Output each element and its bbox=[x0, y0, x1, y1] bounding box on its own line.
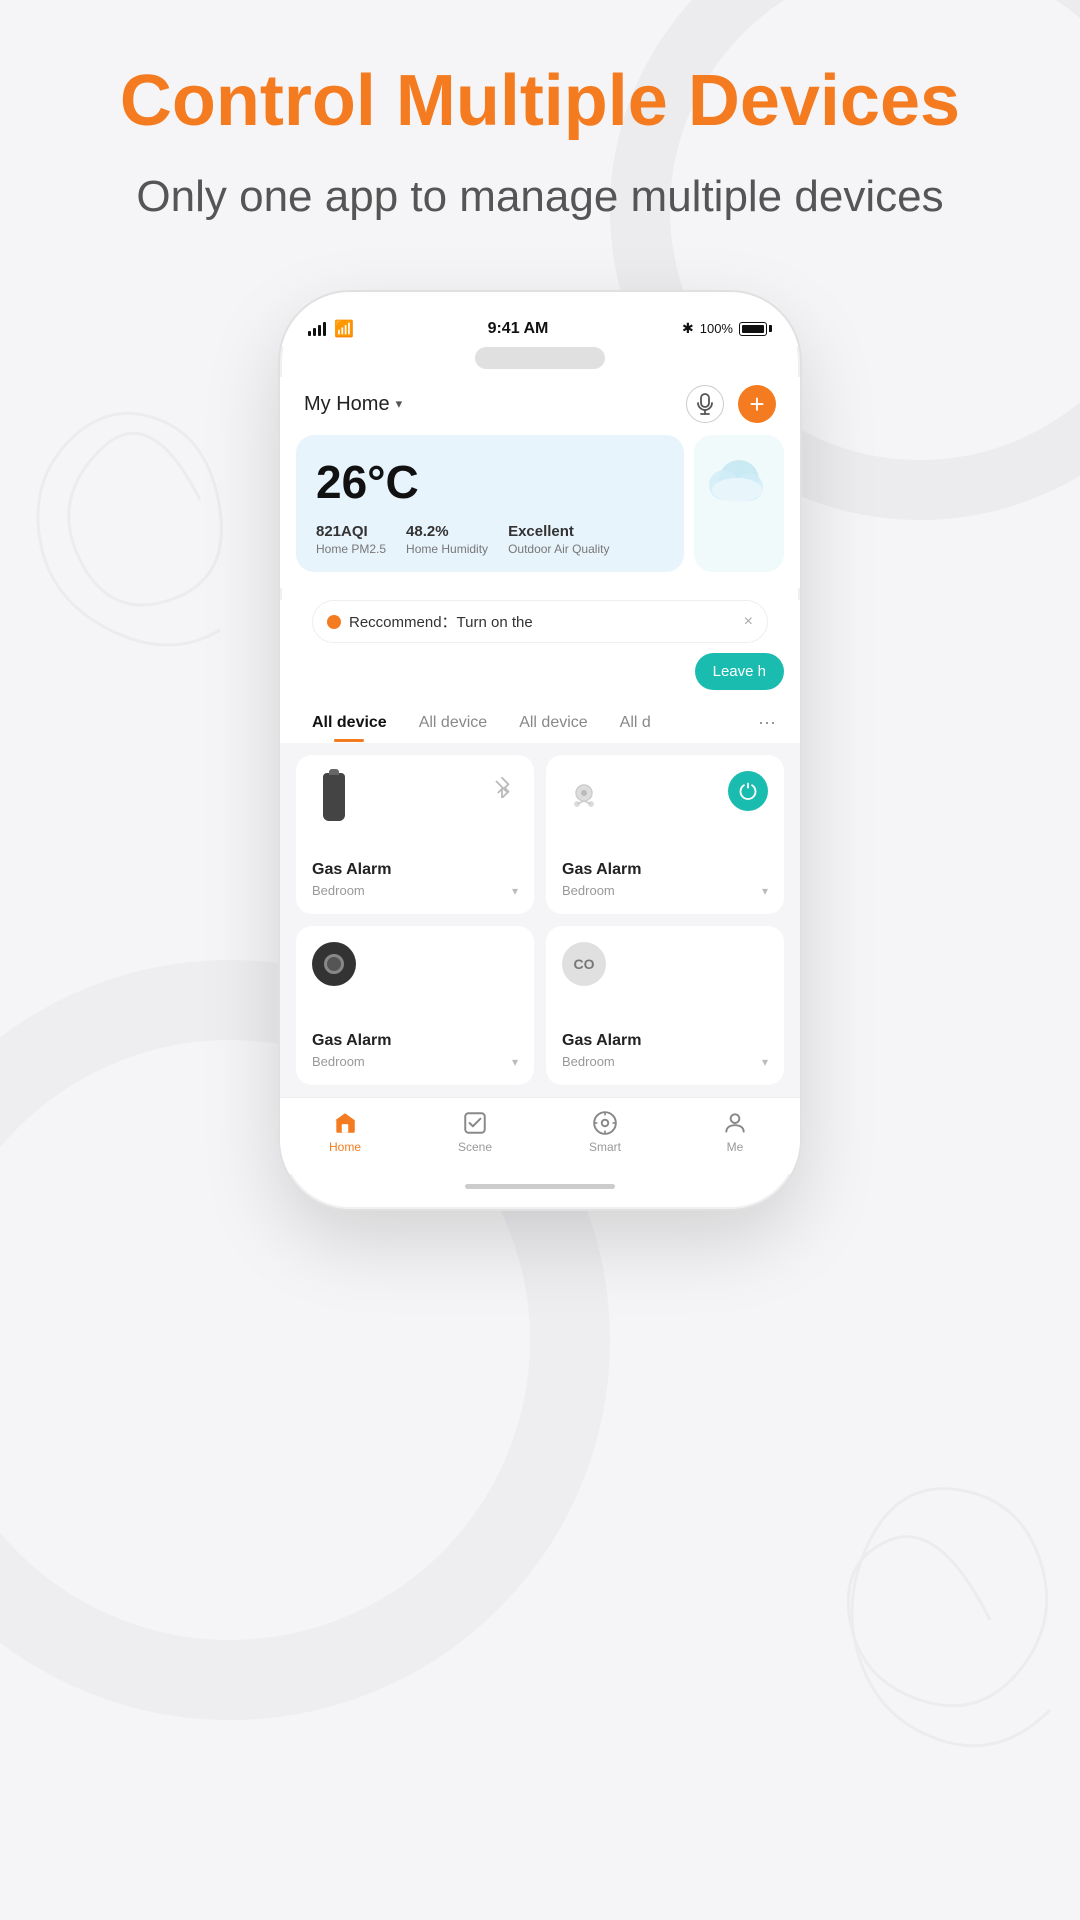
status-right: ✱ 100% bbox=[682, 320, 772, 337]
status-time: 9:41 AM bbox=[488, 320, 549, 338]
device-card-1[interactable]: Gas Alarm Bedroom ▾ bbox=[296, 755, 534, 914]
device-3-room: Bedroom ▾ bbox=[312, 1054, 518, 1069]
weather-icon-card bbox=[694, 435, 784, 572]
dropdown-arrow-icon: ▾ bbox=[396, 396, 403, 412]
aqi-stat: 821AQI Home PM2.5 bbox=[316, 523, 386, 556]
chevron-down-icon-3: ▾ bbox=[512, 1055, 518, 1069]
device-1-room: Bedroom ▾ bbox=[312, 883, 518, 898]
device-2-name: Gas Alarm bbox=[562, 861, 768, 879]
mic-button[interactable] bbox=[686, 385, 724, 423]
camera-icon bbox=[312, 942, 356, 986]
nav-home[interactable]: Home bbox=[280, 1110, 410, 1154]
tab-all-device-4[interactable]: All d bbox=[604, 706, 667, 742]
device-card-4-top: CO bbox=[562, 942, 768, 1002]
wifi-icon: 📶 bbox=[334, 319, 354, 339]
device-tabs: All device All device All device All d ·… bbox=[280, 700, 800, 743]
weather-section: 26°C 821AQI Home PM2.5 48.2% Home Humidi… bbox=[280, 435, 800, 588]
air-quality-label: Outdoor Air Quality bbox=[508, 542, 609, 556]
add-icon: + bbox=[749, 391, 764, 417]
recommendation-text: Reccommend：Turn on the bbox=[349, 611, 736, 632]
power-button-icon[interactable] bbox=[728, 771, 768, 811]
page-subtitle: Only one app to manage multiple devices bbox=[136, 172, 943, 222]
chevron-down-icon-4: ▾ bbox=[762, 1055, 768, 1069]
device-3-name: Gas Alarm bbox=[312, 1032, 518, 1050]
device-card-4[interactable]: CO Gas Alarm Bedroom ▾ bbox=[546, 926, 784, 1085]
app-header: My Home ▾ + bbox=[280, 377, 800, 435]
rec-dot-icon bbox=[327, 615, 341, 629]
nav-home-label: Home bbox=[329, 1140, 361, 1154]
tab-all-device-2[interactable]: All device bbox=[403, 706, 503, 742]
phone-notch bbox=[475, 347, 605, 369]
tab-all-device-1[interactable]: All device bbox=[296, 706, 403, 742]
humidity-label: Home Humidity bbox=[406, 542, 488, 556]
device-card-1-top bbox=[312, 771, 518, 831]
device-2-room: Bedroom ▾ bbox=[562, 883, 768, 898]
weather-card[interactable]: 26°C 821AQI Home PM2.5 48.2% Home Humidi… bbox=[296, 435, 684, 572]
speaker-device-icon bbox=[562, 771, 606, 823]
add-button[interactable]: + bbox=[738, 385, 776, 423]
phone-mockup: 📶 9:41 AM ✱ 100% My Home ▾ bbox=[280, 292, 800, 1209]
scene-nav-icon bbox=[462, 1110, 488, 1136]
status-bar: 📶 9:41 AM ✱ 100% bbox=[280, 292, 800, 347]
nav-scene-label: Scene bbox=[458, 1140, 492, 1154]
status-left: 📶 bbox=[308, 319, 354, 339]
page-title: Control Multiple Devices bbox=[120, 60, 960, 142]
chevron-down-icon-2: ▾ bbox=[762, 884, 768, 898]
header-actions: + bbox=[686, 385, 776, 423]
home-nav-icon bbox=[332, 1110, 358, 1136]
nav-smart[interactable]: Smart bbox=[540, 1110, 670, 1154]
home-indicator bbox=[465, 1184, 615, 1189]
phone-frame: 📶 9:41 AM ✱ 100% My Home ▾ bbox=[280, 292, 800, 1209]
leave-button[interactable]: Leave h bbox=[695, 653, 784, 690]
device-4-room: Bedroom ▾ bbox=[562, 1054, 768, 1069]
device-card-3-top bbox=[312, 942, 518, 1002]
nav-me-label: Me bbox=[727, 1140, 744, 1154]
chevron-down-icon-1: ▾ bbox=[512, 884, 518, 898]
bluetooth-icon: ✱ bbox=[682, 320, 694, 337]
home-name-label: My Home bbox=[304, 393, 390, 416]
aqi-value: 821AQI bbox=[316, 523, 386, 540]
device-card-3[interactable]: Gas Alarm Bedroom ▾ bbox=[296, 926, 534, 1085]
bluetooth-off-icon bbox=[491, 776, 513, 798]
tab-all-device-3[interactable]: All device bbox=[503, 706, 603, 742]
device-1-name: Gas Alarm bbox=[312, 861, 518, 879]
aqi-label: Home PM2.5 bbox=[316, 542, 386, 556]
nav-scene[interactable]: Scene bbox=[410, 1110, 540, 1154]
temperature-display: 26°C bbox=[316, 455, 664, 509]
weather-stats: 821AQI Home PM2.5 48.2% Home Humidity Ex… bbox=[316, 523, 664, 556]
me-nav-icon bbox=[722, 1110, 748, 1136]
bottom-nav: Home Scene Smart bbox=[280, 1097, 800, 1174]
recommendation-bar: Reccommend：Turn on the × bbox=[312, 600, 768, 643]
device-card-2-top bbox=[562, 771, 768, 831]
humidity-stat: 48.2% Home Humidity bbox=[406, 523, 488, 556]
signal-bars-icon bbox=[308, 322, 326, 336]
air-quality-stat: Excellent Outdoor Air Quality bbox=[508, 523, 609, 556]
battery-icon bbox=[739, 322, 772, 336]
co-badge-icon: CO bbox=[562, 942, 606, 986]
nav-me[interactable]: Me bbox=[670, 1110, 800, 1154]
nav-smart-label: Smart bbox=[589, 1140, 621, 1154]
humidity-value: 48.2% bbox=[406, 523, 488, 540]
device-grid: Gas Alarm Bedroom ▾ bbox=[280, 743, 800, 1097]
device-card-2[interactable]: Gas Alarm Bedroom ▾ bbox=[546, 755, 784, 914]
air-quality-value: Excellent bbox=[508, 523, 609, 540]
device-4-name: Gas Alarm bbox=[562, 1032, 768, 1050]
home-selector[interactable]: My Home ▾ bbox=[304, 393, 402, 416]
cylinder-icon bbox=[312, 771, 356, 823]
battery-percent: 100% bbox=[700, 321, 733, 336]
rec-close-button[interactable]: × bbox=[744, 613, 753, 631]
smart-nav-icon bbox=[592, 1110, 618, 1136]
tabs-more-icon[interactable]: ··· bbox=[750, 704, 784, 743]
